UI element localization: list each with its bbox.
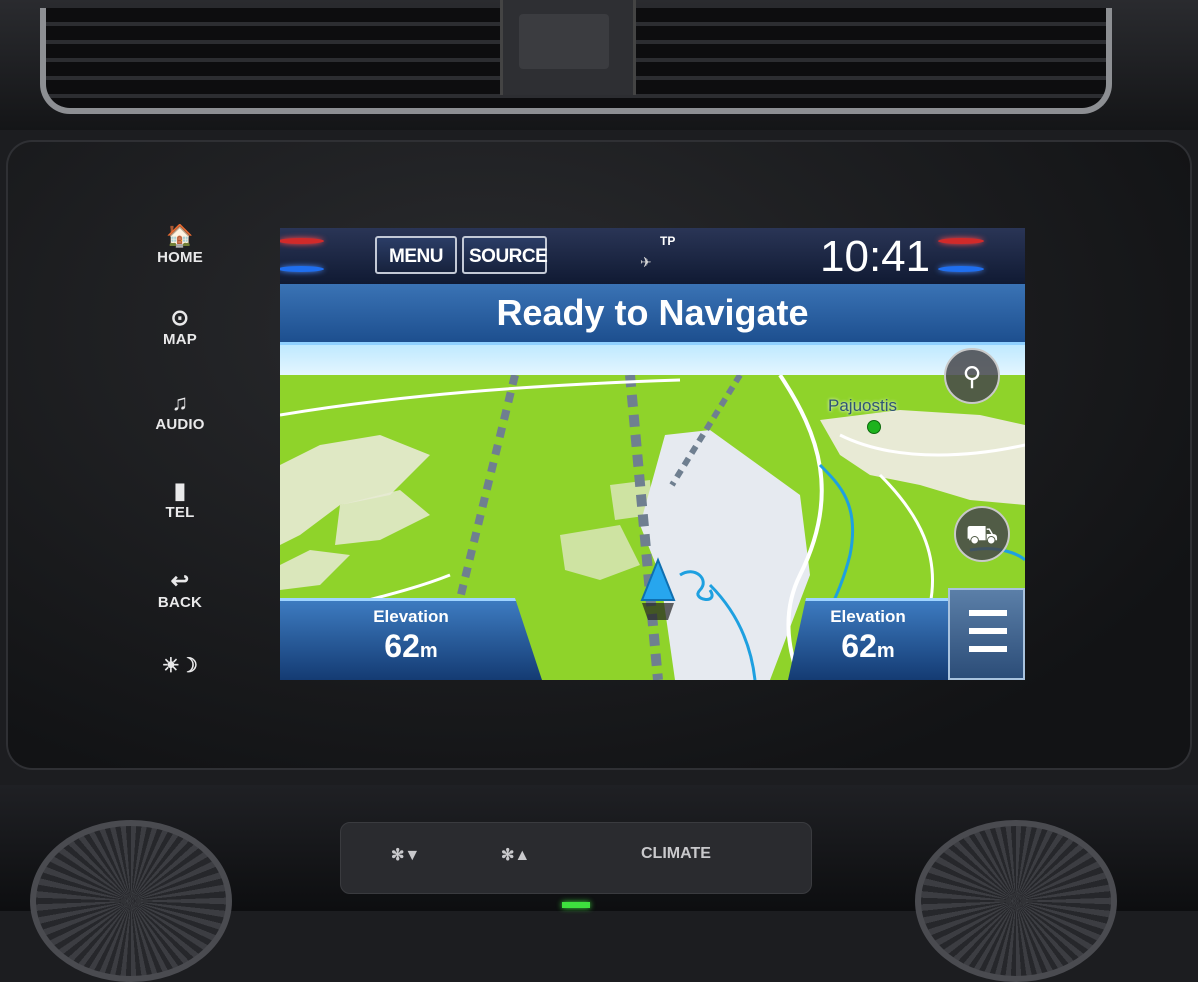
search-icon: ⚲ — [962, 361, 982, 391]
elevation-panel-right: Elevation 62m — [788, 598, 948, 680]
right-knob[interactable] — [915, 820, 1117, 982]
climate-button[interactable]: CLIMATE — [641, 845, 711, 863]
elevation-right-value-row: 62m — [788, 627, 948, 670]
elevation-right-value: 62 — [841, 628, 877, 664]
status-lights-left — [280, 236, 326, 276]
air-vent — [0, 0, 1198, 130]
elevation-left-value-row: 62m — [280, 627, 542, 670]
map-label: MAP — [163, 331, 197, 348]
elevation-right-unit: m — [876, 640, 895, 662]
elevation-right-label: Elevation — [830, 607, 906, 626]
home-icon: 🏠 — [166, 223, 194, 248]
nav-menu-button[interactable] — [948, 588, 1025, 680]
tel-button[interactable]: ▮ TEL — [130, 478, 230, 522]
title-bar: Ready to Navigate — [280, 284, 1025, 345]
home-label: HOME — [157, 249, 203, 266]
place-marker-icon — [867, 420, 881, 434]
indicator-led — [562, 902, 590, 908]
source-button[interactable]: SOURCE — [462, 236, 548, 274]
music-note-icon: ♫ — [171, 390, 189, 415]
climate-panel: ✻▼ ✻▲ CLIMATE — [340, 822, 812, 894]
place-label: Pajuostis — [828, 396, 897, 415]
status-bar: MENU SOURCE TP ✈ 10:41 — [280, 228, 1025, 284]
tel-label: TEL — [165, 504, 195, 521]
audio-label: AUDIO — [155, 416, 205, 433]
map-horizon — [280, 345, 1025, 375]
back-label: BACK — [157, 594, 203, 611]
fan-up-button[interactable]: ✻▲ — [501, 845, 530, 865]
vent-center-tab — [519, 14, 609, 69]
fan-down-button[interactable]: ✻▼ — [391, 845, 420, 865]
elevation-left-unit: m — [419, 640, 438, 662]
left-knob[interactable] — [30, 820, 232, 982]
nav-screen: MENU SOURCE TP ✈ 10:41 Ready to Navigate — [280, 228, 1025, 680]
traffic-icon: ⛟ — [965, 519, 999, 549]
satellite-icon: ✈ — [640, 254, 652, 270]
clock: 10:41 — [820, 232, 931, 281]
map-button[interactable]: ⊙ MAP — [130, 305, 230, 349]
search-button[interactable]: ⚲ — [944, 348, 1000, 404]
elevation-panel-left: Elevation 62m — [280, 598, 542, 680]
elevation-left-value: 62 — [384, 628, 420, 664]
day-night-button[interactable]: ☀☽ — [130, 653, 230, 678]
map-icon: ⊙ — [170, 305, 190, 330]
phone-icon: ▮ — [173, 478, 187, 503]
day-night-icon: ☀☽ — [161, 655, 199, 677]
back-button[interactable]: ↩ BACK — [130, 568, 230, 612]
elevation-left-label: Elevation — [373, 607, 449, 626]
traffic-button[interactable]: ⛟ — [954, 506, 1010, 562]
menu-button[interactable]: MENU — [375, 236, 457, 274]
audio-button[interactable]: ♫ AUDIO — [130, 390, 230, 434]
home-button[interactable]: 🏠 HOME — [130, 223, 230, 267]
tp-indicator: TP — [660, 234, 676, 248]
status-lights-right — [930, 236, 986, 276]
page-title: Ready to Navigate — [496, 292, 809, 333]
back-arrow-icon: ↩ — [170, 568, 190, 593]
